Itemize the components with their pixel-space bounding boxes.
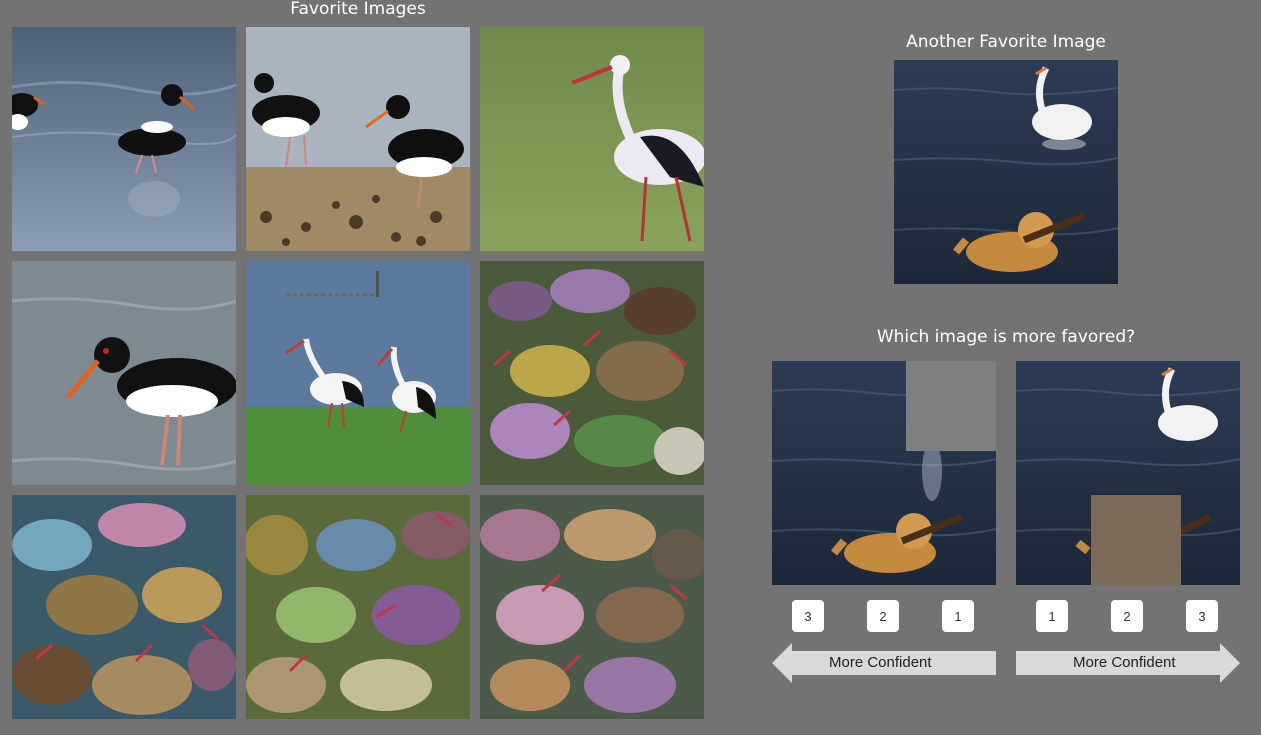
right-choice-image[interactable] bbox=[1016, 361, 1240, 585]
right-rank-button-2[interactable]: 2 bbox=[1111, 600, 1143, 632]
favorite-image-tile bbox=[246, 495, 470, 719]
reference-image bbox=[894, 60, 1118, 284]
favorite-image-tile bbox=[480, 495, 704, 719]
left-confidence-label: More Confident bbox=[829, 654, 932, 671]
right-rank-button-1[interactable]: 1 bbox=[1036, 600, 1068, 632]
favorite-image-tile bbox=[12, 261, 236, 485]
another-favorite-title: Another Favorite Image bbox=[906, 32, 1106, 52]
right-choice-occluder bbox=[1091, 495, 1181, 585]
favorite-image-tile bbox=[480, 27, 704, 251]
left-choice-image[interactable] bbox=[772, 361, 996, 585]
favorite-image-tile bbox=[246, 261, 470, 485]
left-rank-button-2[interactable]: 2 bbox=[867, 600, 899, 632]
left-rank-button-3[interactable]: 3 bbox=[792, 600, 824, 632]
favorite-image-tile bbox=[12, 27, 236, 251]
favorite-image-tile bbox=[12, 495, 236, 719]
right-rank-button-3[interactable]: 3 bbox=[1186, 600, 1218, 632]
left-rank-button-1[interactable]: 1 bbox=[942, 600, 974, 632]
question-text: Which image is more favored? bbox=[876, 327, 1136, 347]
favorite-images-title: Favorite Images bbox=[290, 0, 426, 19]
favorite-image-tile bbox=[246, 27, 470, 251]
right-confidence-label: More Confident bbox=[1073, 654, 1176, 671]
favorite-image-tile bbox=[480, 261, 704, 485]
left-choice-occluder bbox=[906, 361, 996, 451]
